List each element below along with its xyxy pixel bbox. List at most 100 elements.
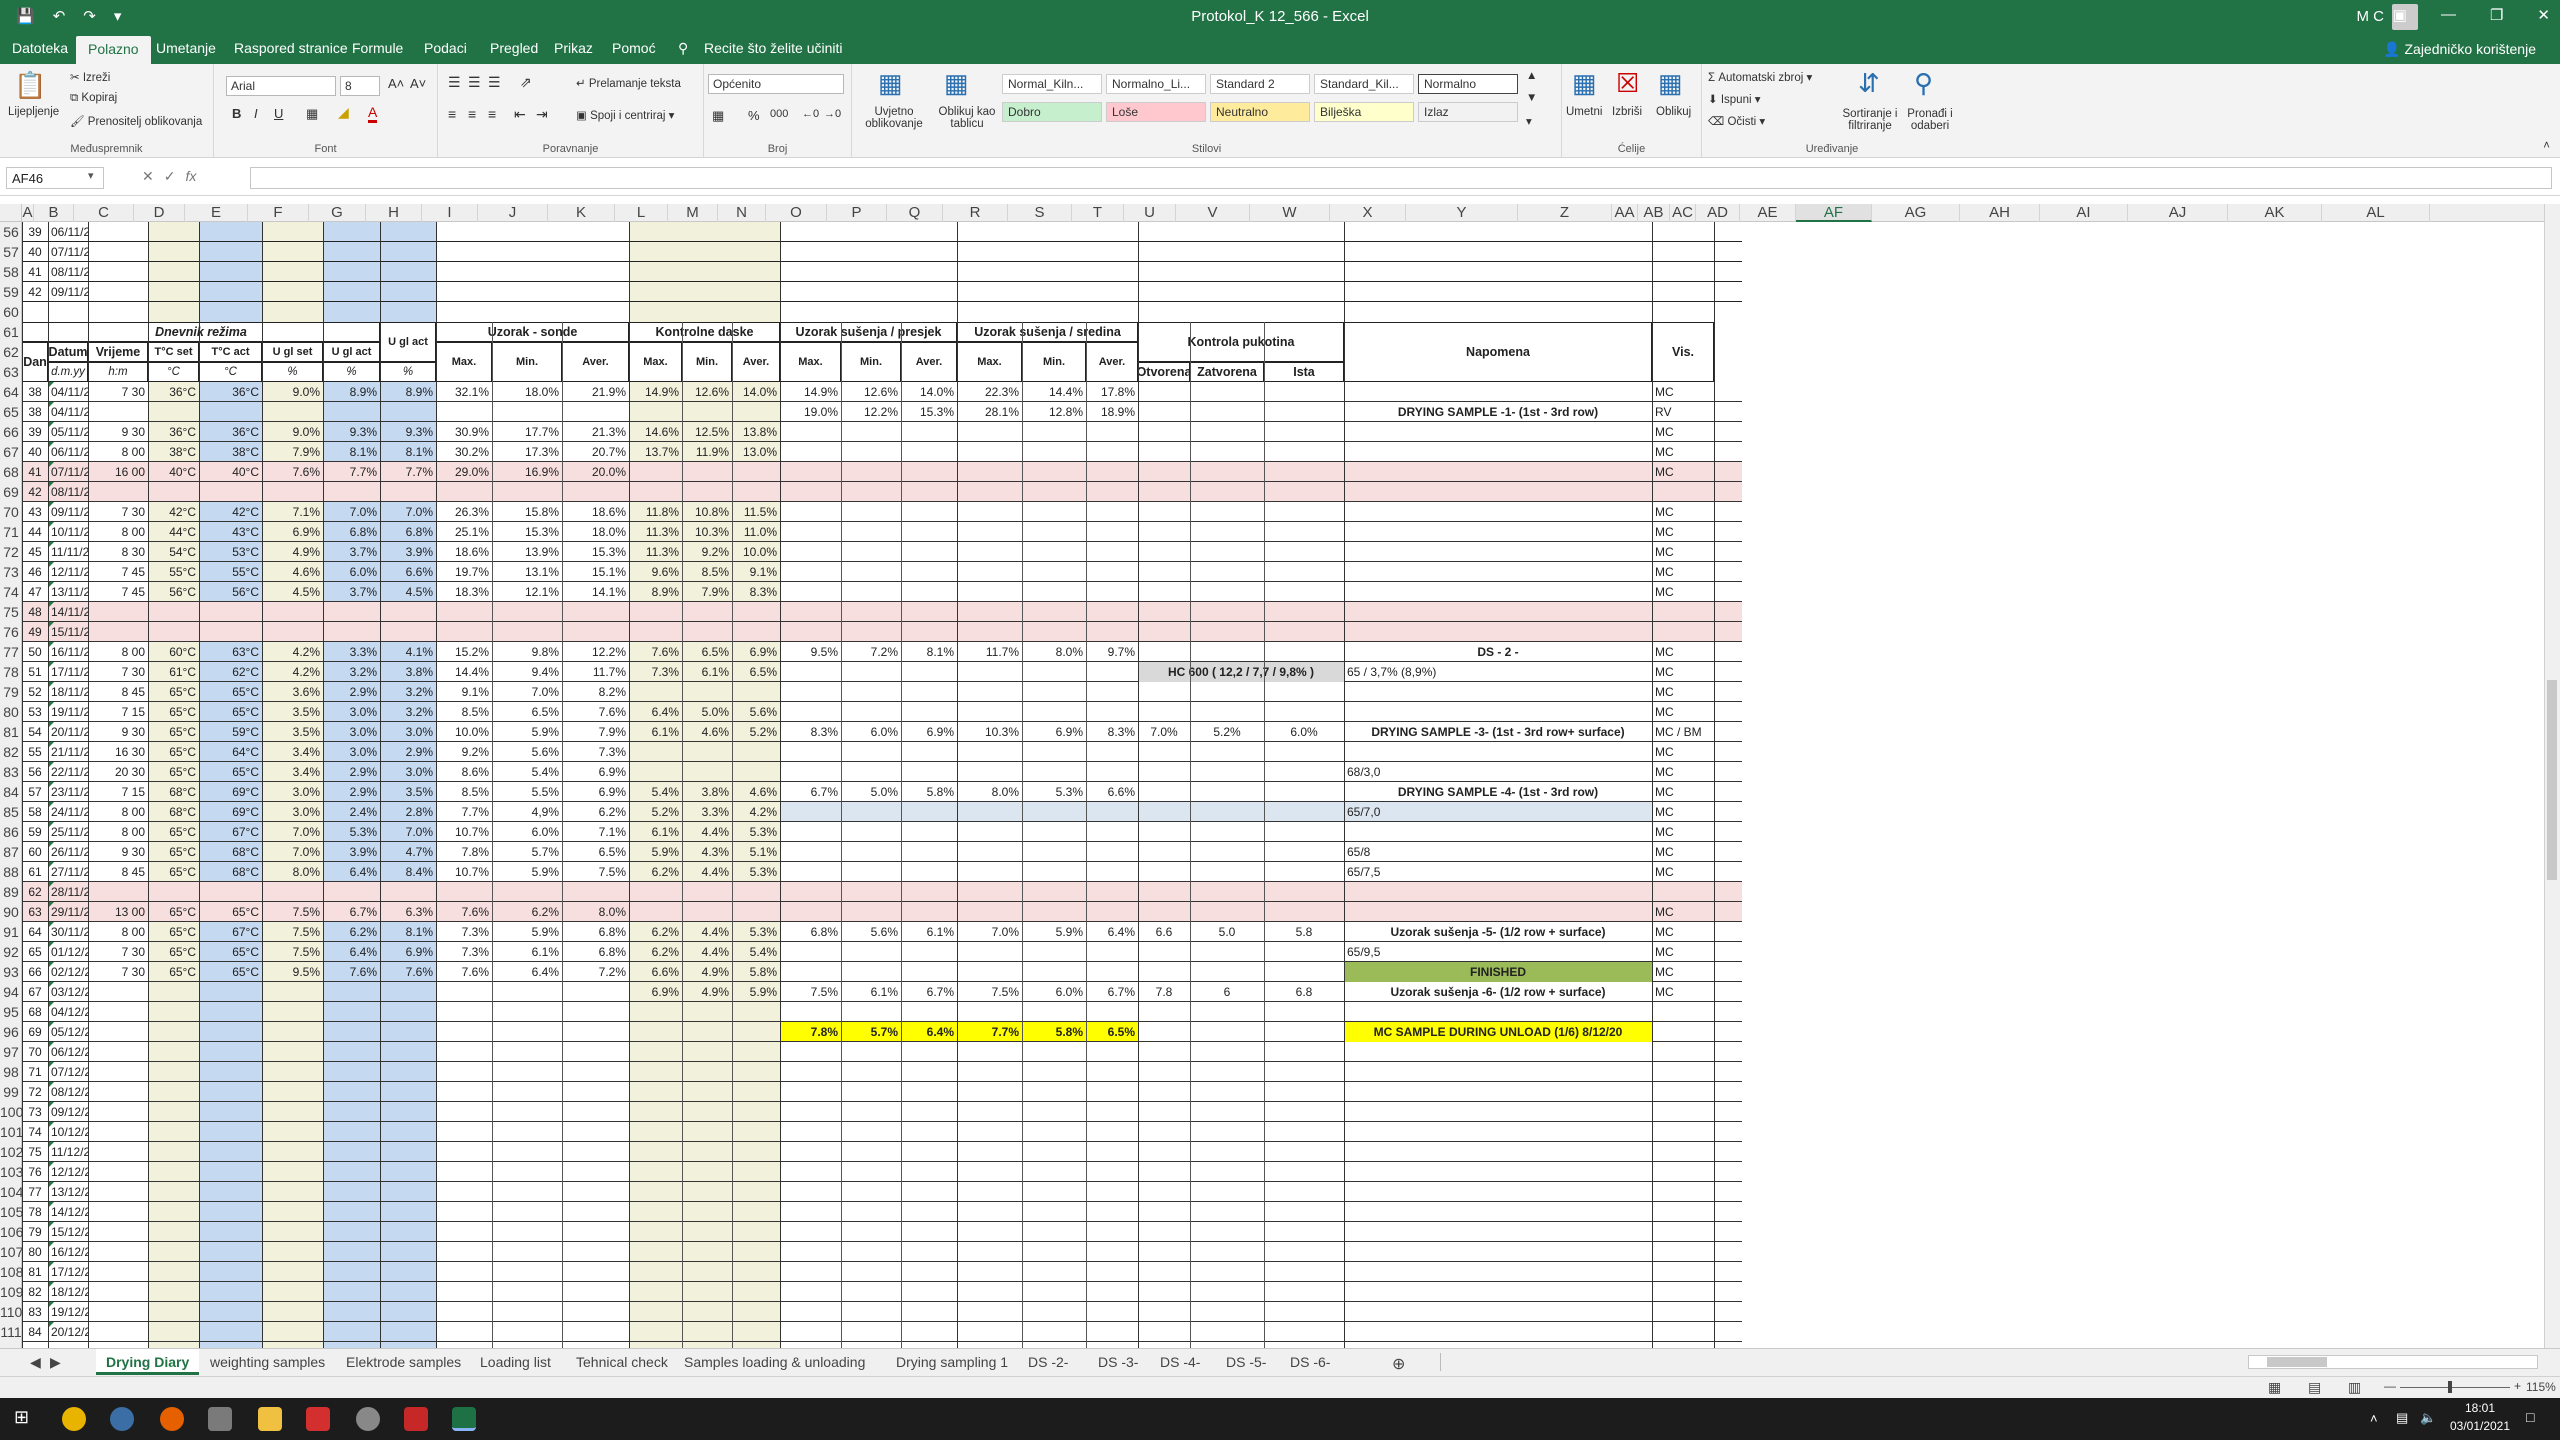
font-size-select[interactable]: 8 xyxy=(340,76,380,96)
cell-note[interactable]: 65/8 xyxy=(1344,842,1652,862)
cell-ab[interactable]: MC xyxy=(1652,582,1714,602)
cell-datum[interactable]: 19/12/20 xyxy=(48,1302,88,1322)
cell-h[interactable]: 3.8% xyxy=(380,662,436,682)
cell-datum[interactable]: 26/11/20 xyxy=(48,842,88,862)
cell-datum[interactable]: 05/12/20 xyxy=(48,1022,88,1042)
cell-c[interactable]: 8 45 xyxy=(88,862,148,882)
cell-h[interactable]: 9.3% xyxy=(380,422,436,442)
cell-dan[interactable]: 74 xyxy=(22,1122,48,1142)
cell-dan[interactable]: 65 xyxy=(22,942,48,962)
cell-d[interactable]: 42°C xyxy=(148,502,199,522)
cell-datum[interactable]: 24/11/20 xyxy=(48,802,88,822)
cell-o[interactable]: 7.8% xyxy=(780,1022,841,1042)
cell-g[interactable]: 6.7% xyxy=(323,902,380,922)
cell-r[interactable]: 22.3% xyxy=(957,382,1022,402)
cell-m[interactable]: 4.4% xyxy=(682,862,732,882)
cell-d[interactable]: 68°C xyxy=(148,782,199,802)
cell-l[interactable]: 6.1% xyxy=(629,822,682,842)
cell-q[interactable]: 8.1% xyxy=(901,642,957,662)
cell-note[interactable]: 65/9,5 xyxy=(1344,942,1652,962)
cell-datum[interactable]: 07/11/20 xyxy=(48,242,88,262)
cell-m[interactable]: 12.5% xyxy=(682,422,732,442)
cell-m[interactable]: 4.3% xyxy=(682,842,732,862)
cell-f[interactable]: 4.2% xyxy=(262,642,323,662)
column-header-AG[interactable]: AG xyxy=(1872,204,1960,222)
worksheet-grid[interactable]: 3906/11/204007/11/204108/11/204209/11/20… xyxy=(22,222,2542,1348)
cell-datum[interactable]: 10/11/20 xyxy=(48,522,88,542)
cell-e[interactable]: 69°C xyxy=(199,782,262,802)
cell-i[interactable]: 7.6% xyxy=(436,962,492,982)
cell-l[interactable]: 6.2% xyxy=(629,942,682,962)
cell-dan[interactable]: 48 xyxy=(22,602,48,622)
cell-d[interactable]: 65°C xyxy=(148,722,199,742)
cell-d[interactable]: 60°C xyxy=(148,642,199,662)
cell-note[interactable]: Uzorak sušenja -6- (1/2 row + surface) xyxy=(1344,982,1652,1002)
cell-note[interactable]: 65/7,0 xyxy=(1344,802,1652,822)
column-header-Y[interactable]: Y xyxy=(1406,204,1518,222)
cell-datum[interactable]: 09/12/20 xyxy=(48,1102,88,1122)
row-header[interactable]: 74 xyxy=(0,582,22,602)
cell-h[interactable]: 3.9% xyxy=(380,542,436,562)
row-header[interactable]: 98 xyxy=(0,1062,22,1082)
cell-k[interactable]: 7.9% xyxy=(562,722,629,742)
cell-f[interactable]: 6.9% xyxy=(262,522,323,542)
fill-color-icon[interactable]: ◢ xyxy=(338,104,349,121)
find-select-button[interactable]: Pronađi i odaberi xyxy=(1902,108,1958,132)
cell-ab[interactable]: MC xyxy=(1652,922,1714,942)
tray-chevron-icon[interactable]: ˄ xyxy=(2370,1411,2378,1426)
cell-t[interactable]: 18.9% xyxy=(1086,402,1138,422)
cell-d[interactable]: 61°C xyxy=(148,662,199,682)
cell-o[interactable]: 9.5% xyxy=(780,642,841,662)
cell-c[interactable]: 9 30 xyxy=(88,842,148,862)
cell-dan[interactable]: 42 xyxy=(22,482,48,502)
cell-ab[interactable]: MC xyxy=(1652,662,1714,682)
row-header[interactable]: 69 xyxy=(0,482,22,502)
cell-l[interactable]: 14.6% xyxy=(629,422,682,442)
cell-style-8[interactable]: Bilješka xyxy=(1314,102,1414,122)
percent-icon[interactable]: % xyxy=(748,108,760,123)
cell-l[interactable]: 11.8% xyxy=(629,502,682,522)
cell-m[interactable]: 8.5% xyxy=(682,562,732,582)
cell-dan[interactable]: 80 xyxy=(22,1242,48,1262)
cell-s[interactable]: 6.0% xyxy=(1022,982,1086,1002)
cell-f[interactable]: 7.1% xyxy=(262,502,323,522)
column-header-AB[interactable]: AB xyxy=(1638,204,1670,222)
cell-c[interactable]: 13 00 xyxy=(88,902,148,922)
column-header-AC[interactable]: AC xyxy=(1670,204,1696,222)
insert-cells-icon[interactable]: ▦ xyxy=(1572,68,1597,99)
cell-datum[interactable]: 08/11/20 xyxy=(48,262,88,282)
cell-n[interactable]: 5.3% xyxy=(732,862,780,882)
cell-f[interactable]: 4.5% xyxy=(262,582,323,602)
cell-d[interactable]: 40°C xyxy=(148,462,199,482)
row-header[interactable]: 73 xyxy=(0,562,22,582)
cell-r[interactable]: 11.7% xyxy=(957,642,1022,662)
cell-c[interactable]: 7 30 xyxy=(88,502,148,522)
cell-f[interactable]: 7.6% xyxy=(262,462,323,482)
cell-o[interactable]: 6.7% xyxy=(780,782,841,802)
cell-note[interactable]: Uzorak sušenja -5- (1/2 row + surface) xyxy=(1344,922,1652,942)
cell-c[interactable]: 8 00 xyxy=(88,522,148,542)
cell-l[interactable]: 7.3% xyxy=(629,662,682,682)
cell-ab[interactable]: MC xyxy=(1652,842,1714,862)
cell-n[interactable]: 14.0% xyxy=(732,382,780,402)
app-icon[interactable] xyxy=(110,1407,134,1431)
column-header-O[interactable]: O xyxy=(766,204,827,222)
row-header[interactable]: 97 xyxy=(0,1042,22,1062)
format-cells-button[interactable]: Oblikuj xyxy=(1656,106,1691,118)
cell-h[interactable]: 2.8% xyxy=(380,802,436,822)
cell-i[interactable]: 7.3% xyxy=(436,922,492,942)
clock-time[interactable]: 18:01 xyxy=(2440,1401,2520,1415)
cell-dan[interactable]: 49 xyxy=(22,622,48,642)
cell-ab[interactable]: MC xyxy=(1652,502,1714,522)
cell-ab[interactable]: MC xyxy=(1652,942,1714,962)
cell-datum[interactable]: 21/11/20 xyxy=(48,742,88,762)
cell-e[interactable]: 65°C xyxy=(199,942,262,962)
cell-s[interactable]: 8.0% xyxy=(1022,642,1086,662)
column-header-AD[interactable]: AD xyxy=(1696,204,1740,222)
cell-f[interactable]: 7.5% xyxy=(262,922,323,942)
sheet-tab-11[interactable]: DS -6- xyxy=(1290,1354,1330,1370)
cell-datum[interactable]: 18/11/20 xyxy=(48,682,88,702)
cell-k[interactable]: 15.3% xyxy=(562,542,629,562)
cell-f[interactable]: 3.0% xyxy=(262,782,323,802)
cell-e[interactable]: 65°C xyxy=(199,702,262,722)
